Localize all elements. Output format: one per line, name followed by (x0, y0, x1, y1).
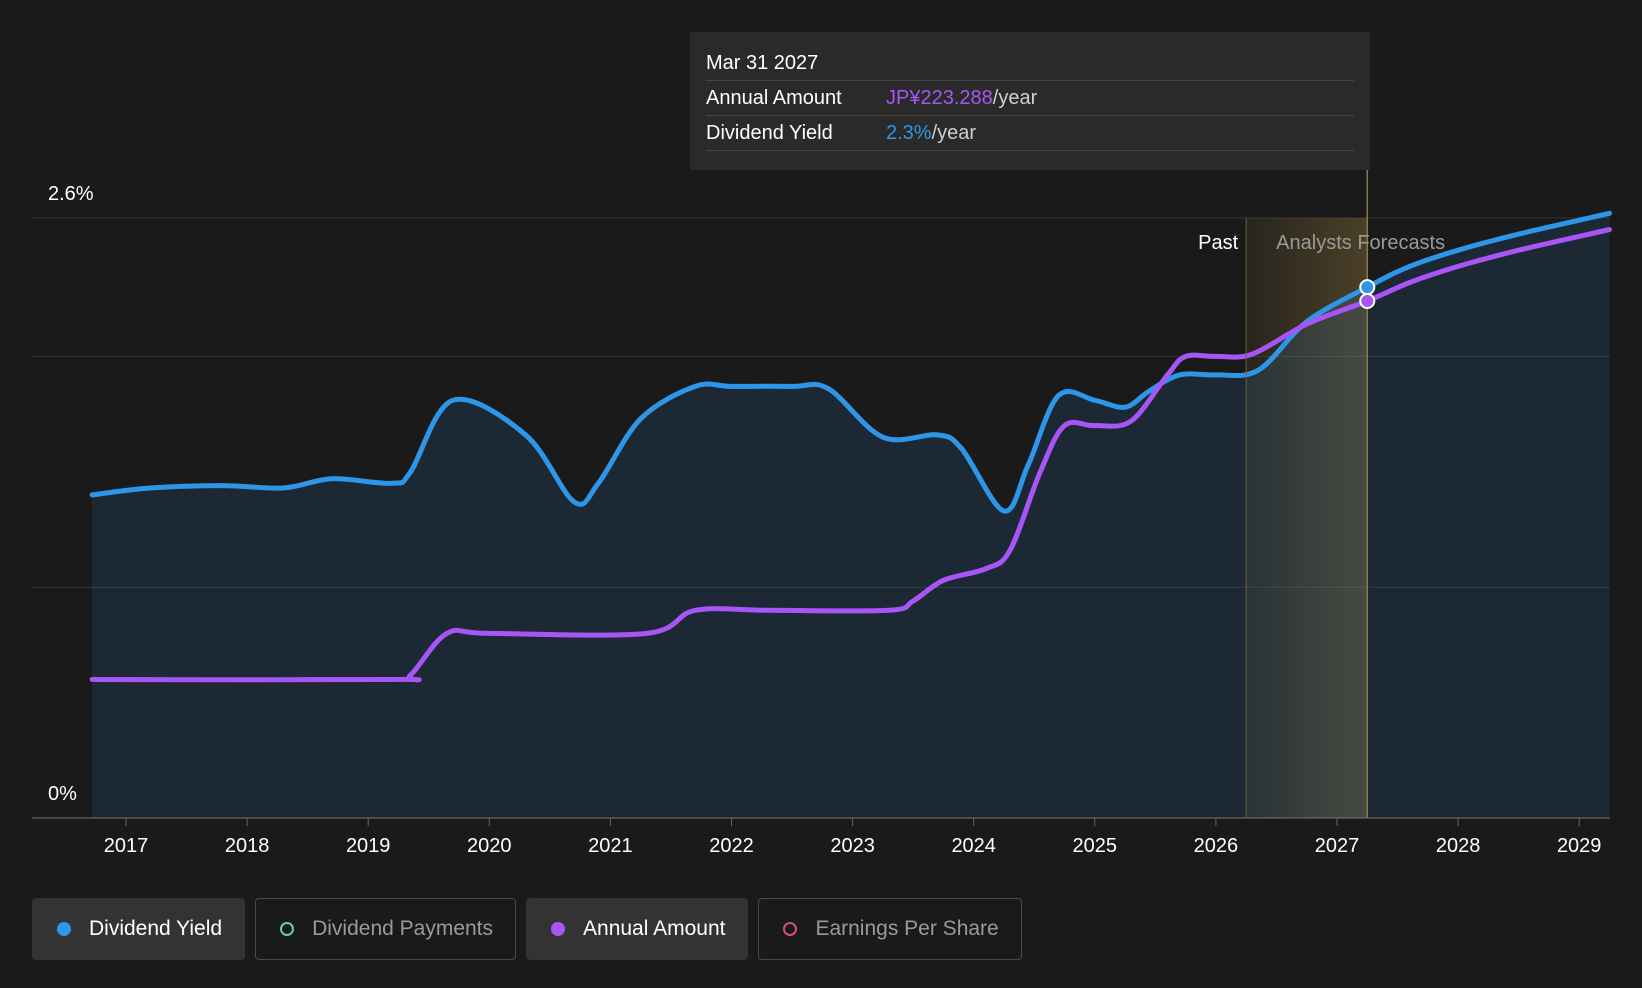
legend-earnings-per-share-button[interactable]: Earnings Per Share (758, 898, 1022, 960)
chart-tooltip: Mar 31 2027 Annual Amount JP¥223.288 /ye… (690, 32, 1370, 170)
legend-label: Annual Amount (583, 917, 726, 940)
tooltip-amount-unit: /year (992, 87, 1038, 109)
x-tick-label: 2024 (951, 835, 996, 857)
legend-annual-amount-button[interactable]: Annual Amount (526, 898, 749, 960)
tooltip-date: Mar 31 2027 (706, 46, 1354, 81)
analysts-forecasts-label: Analysts Forecasts (1276, 232, 1445, 254)
x-tick-label: 2019 (346, 835, 391, 857)
x-tick-label: 2025 (1073, 835, 1118, 857)
dividend-yield-marker[interactable] (1359, 279, 1376, 296)
dividend-payments-legend-icon (280, 922, 295, 936)
y-axis-bottom-label: 0% (48, 783, 77, 805)
x-axis: 2017 2018 2019 2020 2021 2022 2023 2024 2025 2026… (104, 818, 1602, 857)
annual-amount-marker[interactable] (1359, 293, 1376, 310)
x-tick-label: 2028 (1436, 835, 1481, 857)
x-tick-label: 2018 (225, 835, 270, 857)
annual-amount-legend-icon (551, 922, 566, 936)
x-tick-label: 2021 (588, 835, 633, 857)
legend-label: Earnings Per Share (815, 917, 999, 940)
x-tick-label: 2029 (1557, 835, 1602, 857)
x-tick-label: 2017 (104, 835, 149, 857)
x-tick-label: 2027 (1315, 835, 1360, 857)
tooltip-amount-row: Annual Amount JP¥223.288 /year (706, 81, 1354, 116)
earnings-per-share-legend-icon (783, 922, 798, 936)
x-tick-label: 2022 (709, 835, 754, 857)
legend-label: Dividend Payments (312, 917, 494, 940)
x-tick-label: 2020 (467, 835, 512, 857)
tooltip-yield-label: Dividend Yield (706, 122, 833, 144)
dividend-yield-area (92, 213, 1610, 819)
legend-dividend-payments-button[interactable]: Dividend Payments (255, 898, 517, 960)
past-label: Past (1198, 232, 1238, 254)
tooltip-amount-value: JP¥223.288 (886, 87, 993, 109)
y-axis-top-label: 2.6% (48, 183, 94, 205)
tooltip-yield-value: 2.3% (886, 122, 932, 144)
dividend-yield-legend-icon (57, 922, 71, 936)
legend-dividend-yield-button[interactable]: Dividend Yield (32, 898, 246, 960)
tooltip-yield-row: Dividend Yield 2.3% /year (706, 116, 1354, 151)
tooltip-yield-unit: /year (931, 122, 977, 144)
x-tick-label: 2026 (1194, 835, 1239, 857)
tooltip-amount-label: Annual Amount (706, 87, 842, 109)
x-tick-label: 2023 (830, 835, 875, 857)
legend-label: Dividend Yield (89, 917, 223, 940)
chart-legend: Dividend Yield Dividend Payments Annual … (32, 898, 1022, 960)
